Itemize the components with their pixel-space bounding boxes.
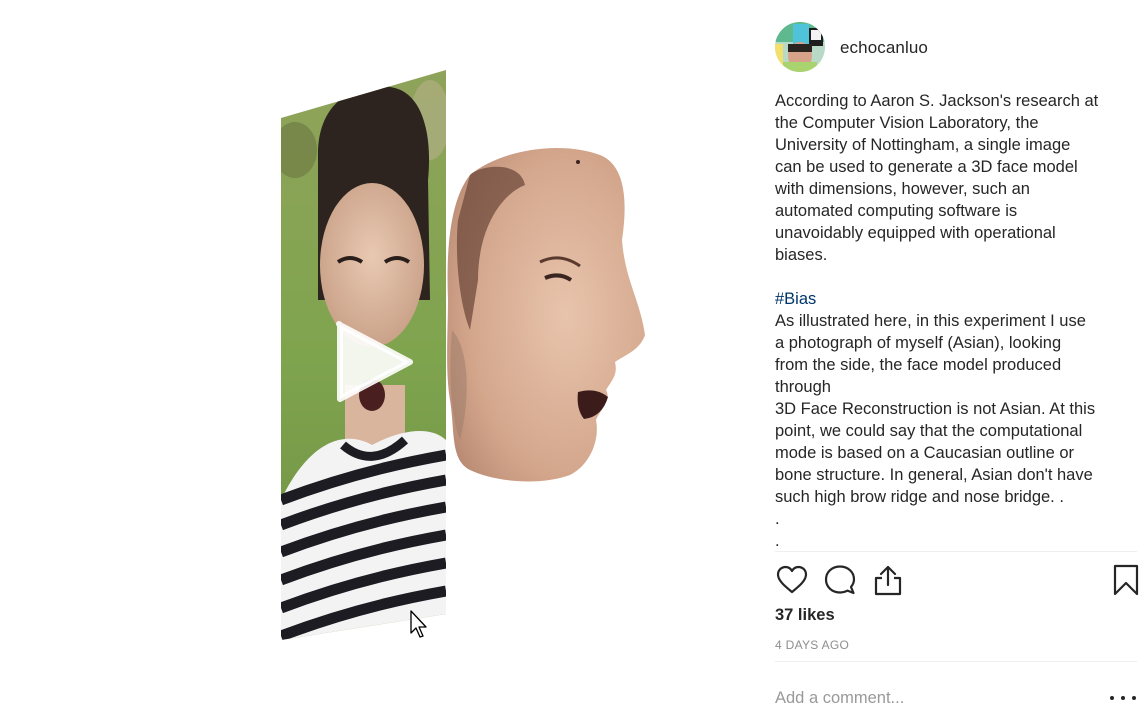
share-button[interactable] xyxy=(871,562,905,598)
caption-line: a photograph of myself (Asian), looking xyxy=(775,334,1062,352)
caption-line: . xyxy=(775,510,780,528)
heart-outline-icon xyxy=(776,565,808,594)
caption-line: As illustrated here, in this experiment … xyxy=(775,312,1086,330)
ellipsis-icon xyxy=(1110,696,1114,700)
caption-line: automated computing software is xyxy=(775,202,1018,220)
caption-line: can be used to generate a 3D face model xyxy=(775,158,1078,176)
post-side-panel: echocanluo According to Aaron S. Jackson… xyxy=(760,0,1141,727)
more-options-button[interactable] xyxy=(1110,688,1136,708)
comment-button[interactable] xyxy=(823,562,857,598)
username[interactable]: echocanluo xyxy=(840,38,928,58)
caption-line: with dimensions, however, such an xyxy=(775,180,1030,198)
like-button[interactable] xyxy=(775,562,809,598)
post-caption: According to Aaron S. Jackson's research… xyxy=(775,90,1137,548)
divider xyxy=(775,551,1137,552)
caption-line: such high brow ridge and nose bridge. . xyxy=(775,488,1064,506)
likes-count[interactable]: 37 likes xyxy=(775,606,835,625)
hashtag-link[interactable]: #Bias xyxy=(775,288,1137,310)
speech-bubble-icon xyxy=(824,565,856,595)
avatar[interactable] xyxy=(775,22,825,72)
action-bar xyxy=(775,562,1139,600)
post-header: echocanluo xyxy=(760,0,1141,92)
ellipsis-icon xyxy=(1121,696,1125,700)
face-model xyxy=(447,147,645,482)
caption-line: point, we could say that the computation… xyxy=(775,422,1083,440)
comment-input[interactable] xyxy=(775,683,1075,713)
caption-line: unavoidably equipped with operational xyxy=(775,224,1056,242)
play-button[interactable] xyxy=(334,321,416,403)
caption-line: mode is based on a Caucasian outline or xyxy=(775,444,1075,462)
share-upload-icon xyxy=(874,565,902,596)
caption-line: . xyxy=(775,532,780,548)
mouse-cursor-icon xyxy=(409,609,429,639)
bookmark-icon xyxy=(1113,564,1139,596)
play-icon xyxy=(336,321,413,402)
caption-line: from the side, the face model produced xyxy=(775,356,1062,374)
caption-line: the Computer Vision Laboratory, the xyxy=(775,114,1039,132)
caption-line: through xyxy=(775,378,831,396)
save-button[interactable] xyxy=(1109,562,1141,598)
caption-line: University of Nottingham, a single image xyxy=(775,136,1071,154)
divider xyxy=(775,661,1137,662)
post-media[interactable] xyxy=(0,0,760,727)
caption-line: bone structure. In general, Asian don't … xyxy=(775,466,1093,484)
ellipsis-icon xyxy=(1132,696,1136,700)
caption-line: biases. xyxy=(775,246,828,264)
caption-line: According to Aaron S. Jackson's research… xyxy=(775,92,1099,110)
caption-line: 3D Face Reconstruction is not Asian. At … xyxy=(775,400,1096,418)
post-timestamp: 4 DAYS AGO xyxy=(775,638,850,652)
